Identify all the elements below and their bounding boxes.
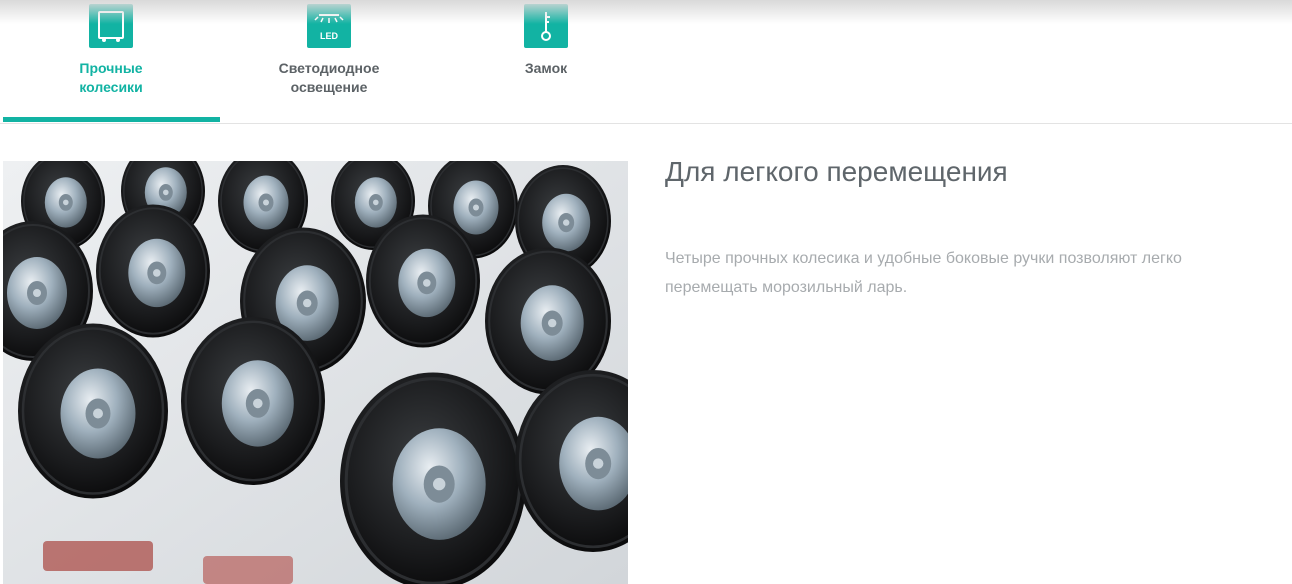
tab-lock[interactable]: Замок [466, 0, 626, 123]
led-icon-text: LED [320, 31, 339, 41]
tab-lock-label: Замок [524, 60, 568, 76]
tab-wheels-label: Прочные колесики [79, 60, 143, 95]
page: Прочные колесики LED Светодиодное освеще… [0, 0, 1292, 584]
key-icon [524, 4, 568, 48]
wheels-photo [3, 161, 628, 584]
tab-led-lighting-label: Светодиодное освещение [278, 60, 380, 95]
wheel-icon [89, 4, 133, 48]
feature-description: Четыре прочных колесика и удобные боковы… [665, 250, 1182, 296]
active-tab-underline [3, 117, 220, 122]
feature-tabs: Прочные колесики LED Светодиодное освеще… [0, 0, 1292, 124]
tab-wheels[interactable]: Прочные колесики [31, 0, 191, 123]
feature-title: Для легкого перемещения [665, 156, 1008, 187]
led-icon: LED [307, 4, 351, 48]
tab-led-lighting[interactable]: LED Светодиодное освещение [249, 0, 409, 123]
